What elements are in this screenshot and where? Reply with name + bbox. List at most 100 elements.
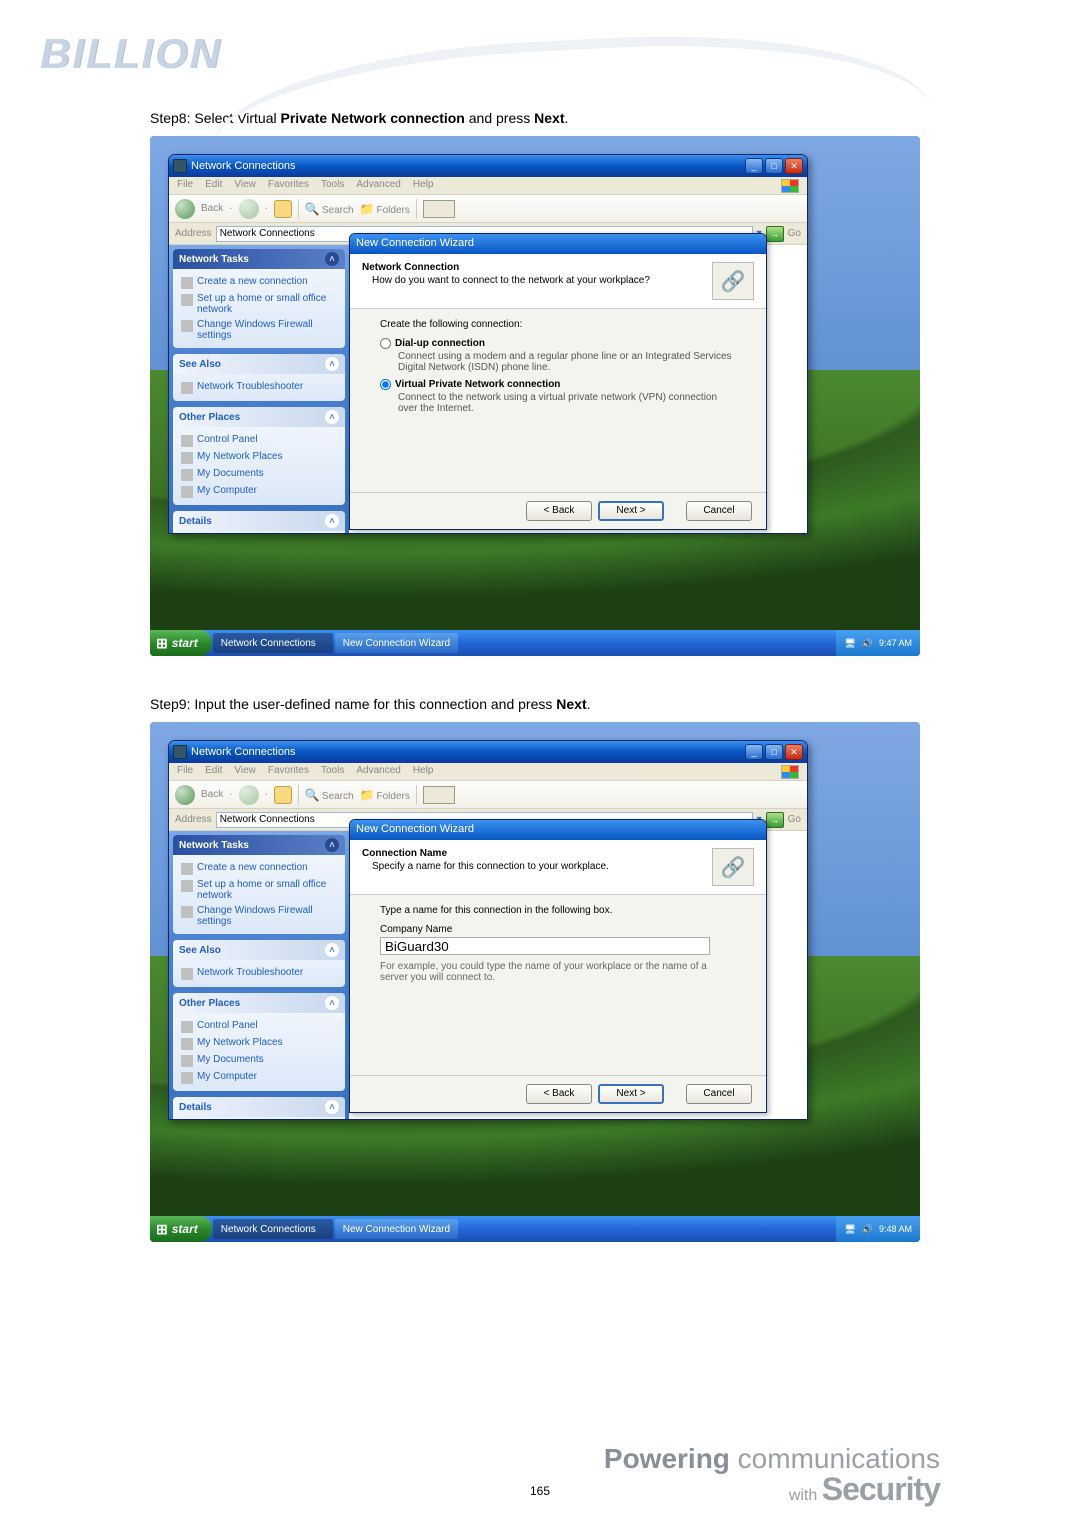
go-button[interactable]: →: [766, 812, 784, 828]
logo-arc: [208, 21, 932, 149]
folders-button[interactable]: Folders: [360, 202, 410, 216]
sidebar-item-firewall[interactable]: Change Windows Firewall settings: [181, 317, 337, 343]
address-label: Address: [175, 814, 212, 825]
menu-view[interactable]: View: [234, 179, 256, 192]
sidebar-item-documents[interactable]: My Documents: [181, 466, 337, 483]
cancel-button[interactable]: Cancel: [686, 1084, 752, 1104]
collapse-icon[interactable]: ˄: [325, 357, 339, 371]
system-tray[interactable]: 🖥 🔊 9:48 AM: [836, 1216, 920, 1242]
search-button[interactable]: Search: [305, 202, 354, 216]
window-icon: [173, 745, 187, 759]
tray-icon[interactable]: 🖥: [844, 1224, 855, 1235]
sidebar-item-network-places[interactable]: My Network Places: [181, 1035, 337, 1052]
menu-advanced[interactable]: Advanced: [356, 179, 400, 192]
sidebar-item-firewall[interactable]: Change Windows Firewall settings: [181, 903, 337, 929]
radio-vpn[interactable]: Virtual Private Network connection Conne…: [380, 379, 736, 414]
menu-help[interactable]: Help: [413, 765, 434, 778]
start-button[interactable]: start: [150, 1216, 212, 1242]
minimize-button[interactable]: _: [745, 158, 763, 174]
sidebar-item-setup-network[interactable]: Set up a home or small office network: [181, 291, 337, 317]
sidebar-item-control-panel[interactable]: Control Panel: [181, 1018, 337, 1035]
menu-edit[interactable]: Edit: [205, 179, 222, 192]
back-button[interactable]: < Back: [526, 1084, 592, 1104]
radio-dialup[interactable]: Dial-up connection Connect using a modem…: [380, 338, 736, 373]
menu-tools[interactable]: Tools: [321, 765, 344, 778]
wizard-heading: Network Connection: [362, 262, 702, 273]
radio-vpn-desc: Connect to the network using a virtual p…: [380, 390, 736, 414]
billion-logo: BILLION: [40, 30, 222, 78]
page-number: 165: [530, 1484, 550, 1498]
window-titlebar[interactable]: Network Connections _ □ ✕: [169, 155, 807, 177]
other-places-title: Other Places: [179, 412, 240, 423]
taskbar-item-network[interactable]: Network Connections: [213, 633, 333, 653]
tray-clock: 9:48 AM: [879, 1224, 912, 1234]
sidebar-item-control-panel[interactable]: Control Panel: [181, 432, 337, 449]
menu-file[interactable]: File: [177, 179, 193, 192]
wizard-titlebar[interactable]: New Connection Wizard: [350, 820, 766, 840]
close-button[interactable]: ✕: [785, 158, 803, 174]
taskbar-item-network[interactable]: Network Connections: [213, 1219, 333, 1239]
tray-icon[interactable]: 🔊: [862, 638, 873, 649]
start-button[interactable]: start: [150, 630, 212, 656]
menu-view[interactable]: View: [234, 765, 256, 778]
network-tasks-title: Network Tasks: [179, 254, 249, 265]
views-button[interactable]: [423, 786, 455, 804]
menu-favorites[interactable]: Favorites: [268, 179, 309, 192]
window-titlebar[interactable]: Network Connections _ □ ✕: [169, 741, 807, 763]
cancel-button[interactable]: Cancel: [686, 501, 752, 521]
tray-icon[interactable]: 🖥: [844, 638, 855, 649]
next-button[interactable]: Next >: [598, 1084, 664, 1104]
collapse-icon[interactable]: ˄: [325, 514, 339, 528]
views-button[interactable]: [423, 200, 455, 218]
menu-tools[interactable]: Tools: [321, 179, 344, 192]
collapse-icon[interactable]: ˄: [325, 252, 339, 266]
company-name-label: Company Name: [380, 924, 736, 935]
back-button[interactable]: [175, 785, 195, 805]
taskbar-item-wizard[interactable]: New Connection Wizard: [335, 1219, 458, 1239]
next-button[interactable]: Next >: [598, 501, 664, 521]
menu-file[interactable]: File: [177, 765, 193, 778]
close-button[interactable]: ✕: [785, 744, 803, 760]
new-connection-wizard-2: New Connection Wizard Connection Name Sp…: [349, 819, 767, 1113]
back-button[interactable]: [175, 199, 195, 219]
details-title: Details: [179, 516, 212, 527]
tray-icon[interactable]: 🔊: [862, 1224, 873, 1235]
menu-favorites[interactable]: Favorites: [268, 765, 309, 778]
sidebar-item-create-connection[interactable]: Create a new connection: [181, 860, 337, 877]
windows-flag-icon: [781, 179, 799, 193]
menu-bar: File Edit View Favorites Tools Advanced …: [169, 763, 807, 781]
taskbar-item-wizard[interactable]: New Connection Wizard: [335, 633, 458, 653]
sidebar-item-setup-network[interactable]: Set up a home or small office network: [181, 877, 337, 903]
menu-help[interactable]: Help: [413, 179, 434, 192]
search-button[interactable]: Search: [305, 788, 354, 802]
maximize-button[interactable]: □: [765, 158, 783, 174]
sidebar-item-create-connection[interactable]: Create a new connection: [181, 274, 337, 291]
collapse-icon[interactable]: ˄: [325, 410, 339, 424]
sidebar-item-network-places[interactable]: My Network Places: [181, 449, 337, 466]
system-tray[interactable]: 🖥 🔊 9:47 AM: [836, 630, 920, 656]
sidebar-item-documents[interactable]: My Documents: [181, 1052, 337, 1069]
sidebar-item-troubleshooter[interactable]: Network Troubleshooter: [181, 379, 337, 396]
forward-button[interactable]: [239, 199, 259, 219]
go-button[interactable]: →: [766, 226, 784, 242]
up-button[interactable]: [274, 786, 292, 804]
back-button[interactable]: < Back: [526, 501, 592, 521]
company-name-input[interactable]: [380, 937, 710, 955]
minimize-button[interactable]: _: [745, 744, 763, 760]
radio-vpn-input[interactable]: [380, 379, 391, 390]
sidebar-item-troubleshooter[interactable]: Network Troubleshooter: [181, 965, 337, 982]
sidebar-item-computer[interactable]: My Computer: [181, 483, 337, 500]
menu-edit[interactable]: Edit: [205, 765, 222, 778]
wizard-icon: [712, 262, 754, 300]
radio-dialup-input[interactable]: [380, 338, 391, 349]
wizard-titlebar[interactable]: New Connection Wizard: [350, 234, 766, 254]
forward-button[interactable]: [239, 785, 259, 805]
folders-button[interactable]: Folders: [360, 788, 410, 802]
maximize-button[interactable]: □: [765, 744, 783, 760]
address-label: Address: [175, 228, 212, 239]
sidebar-item-computer[interactable]: My Computer: [181, 1069, 337, 1086]
menu-advanced[interactable]: Advanced: [356, 765, 400, 778]
explorer-window-2: Network Connections _ □ ✕ File Edit View…: [168, 740, 808, 1120]
up-button[interactable]: [274, 200, 292, 218]
window-title: Network Connections: [191, 160, 745, 172]
